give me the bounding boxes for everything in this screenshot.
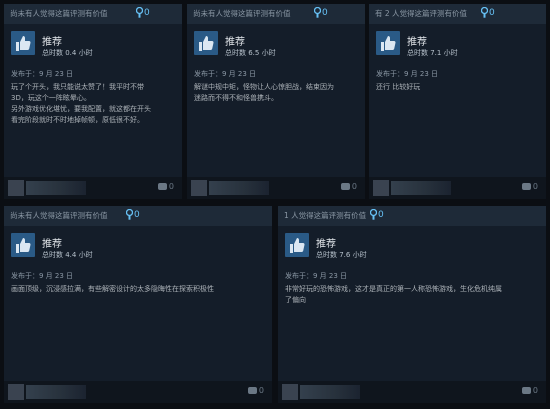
comments-button[interactable]: 0	[521, 182, 538, 191]
review-text-line: 迷路而不得不和怪兽携斗。	[194, 94, 278, 102]
posted-date: 发布于：9 月 23 日	[11, 70, 74, 78]
posted-date: 发布于：9 月 23 日	[376, 70, 439, 78]
comment-count: 0	[168, 182, 174, 191]
comments-button[interactable]: 0	[247, 386, 264, 395]
comment-count: 0	[532, 386, 538, 395]
review-footer: 0	[187, 177, 365, 199]
comments-button[interactable]: 0	[157, 182, 174, 191]
comment-icon	[521, 183, 531, 190]
review-footer: 0	[4, 177, 182, 199]
review-footer: 0	[278, 381, 546, 403]
review-text-line: 玩了个开头，我只能说太赞了！我平时不带	[11, 83, 144, 91]
award-button[interactable]: 0	[136, 7, 150, 18]
thumbs-up-icon	[194, 31, 218, 55]
hours-played: 总时数 7.6 小时	[316, 251, 367, 259]
review-header: 1 人觉得这篇评测有价值 0	[278, 206, 546, 226]
review-card: 尚未有人觉得这篇评测有价值 0 推荐 总时数 4.4 小时 发布于：9 月 23…	[4, 206, 272, 403]
review-text: 玩了个开头，我只能说太赞了！我平时不带 3D，玩这个一阵眩晕心。 另外游戏优化堪…	[11, 82, 151, 126]
posted-date: 发布于：9 月 23 日	[194, 70, 257, 78]
review-text: 解谜中规中矩，怪物让人心惊胆战，结束因为 迷路而不得不和怪兽携斗。	[194, 82, 334, 104]
award-count: 0	[134, 209, 140, 220]
review-text-line: 解谜中规中矩，怪物让人心惊胆战，结束因为	[194, 83, 334, 91]
review-header: 尚未有人觉得这篇评测有价值 0	[4, 4, 182, 24]
recommended-label: 推荐	[316, 239, 336, 250]
award-icon	[370, 209, 377, 220]
review-text-line: 了偏向	[285, 296, 306, 304]
review-footer: 0	[369, 177, 546, 199]
reviewer-name-blurred[interactable]	[391, 181, 451, 195]
award-count: 0	[489, 7, 495, 18]
review-text-line: 3D，玩这个一阵眩晕心。	[11, 94, 91, 102]
helpful-count-text: 1 人觉得这篇评测有价值	[284, 211, 367, 220]
award-button[interactable]: 0	[370, 209, 384, 220]
review-footer: 0	[4, 381, 272, 403]
helpful-count-text: 有 2 人觉得这篇评测有价值	[375, 9, 468, 18]
award-button[interactable]: 0	[314, 7, 328, 18]
award-icon	[481, 7, 488, 18]
avatar[interactable]	[191, 180, 207, 196]
review-text-line: 另外游戏优化堪忧，要我配置，就这都在开头	[11, 105, 151, 113]
avatar[interactable]	[8, 384, 24, 400]
comment-icon	[521, 387, 531, 394]
award-button[interactable]: 0	[481, 7, 495, 18]
recommended-label: 推荐	[42, 37, 62, 48]
reviewer-name-blurred[interactable]	[300, 385, 360, 399]
review-text: 画面顶级，沉浸感拉满，有些解密设计的太多隐晦性在探索积极性	[11, 284, 214, 295]
review-text-line: 还行 比较好玩	[376, 83, 421, 91]
award-icon	[126, 209, 133, 220]
helpful-count-text: 尚未有人觉得这篇评测有价值	[10, 211, 108, 220]
comment-icon	[157, 183, 167, 190]
review-text: 非常好玩的恐怖游戏，这才是真正的第一人称恐怖游戏，生化危机纯属 了偏向	[285, 284, 502, 306]
reviewer-name-blurred[interactable]	[26, 385, 86, 399]
award-icon	[314, 7, 321, 18]
recommended-label: 推荐	[42, 239, 62, 250]
reviewer-name-blurred[interactable]	[209, 181, 269, 195]
award-count: 0	[322, 7, 328, 18]
comment-count: 0	[532, 182, 538, 191]
hours-played: 总时数 4.4 小时	[42, 251, 93, 259]
reviewer-name-blurred[interactable]	[26, 181, 86, 195]
comment-count: 0	[258, 386, 264, 395]
hours-played: 总时数 6.5 小时	[225, 49, 276, 57]
review-card: 1 人觉得这篇评测有价值 0 推荐 总时数 7.6 小时 发布于：9 月 23 …	[278, 206, 546, 403]
review-text-line: 画面顶级，沉浸感拉满，有些解密设计的太多隐晦性在探索积极性	[11, 285, 214, 293]
review-header: 有 2 人觉得这篇评测有价值 0	[369, 4, 546, 24]
award-icon	[136, 7, 143, 18]
thumbs-up-icon	[11, 31, 35, 55]
review-header: 尚未有人觉得这篇评测有价值 0	[4, 206, 272, 226]
thumbs-up-icon	[376, 31, 400, 55]
helpful-count-text: 尚未有人觉得这篇评测有价值	[10, 9, 108, 18]
comments-button[interactable]: 0	[340, 182, 357, 191]
comment-icon	[247, 387, 257, 394]
hours-played: 总时数 0.4 小时	[42, 49, 93, 57]
comment-icon	[340, 183, 350, 190]
review-text-line: 非常好玩的恐怖游戏，这才是真正的第一人称恐怖游戏，生化危机纯属	[285, 285, 502, 293]
avatar[interactable]	[373, 180, 389, 196]
review-card: 尚未有人觉得这篇评测有价值 0 推荐 总时数 0.4 小时 发布于：9 月 23…	[4, 4, 182, 199]
thumbs-up-icon	[11, 233, 35, 257]
posted-date: 发布于：9 月 23 日	[11, 272, 74, 280]
review-card: 有 2 人觉得这篇评测有价值 0 推荐 总时数 7.1 小时 发布于：9 月 2…	[369, 4, 546, 199]
recommended-label: 推荐	[225, 37, 245, 48]
hours-played: 总时数 7.1 小时	[407, 49, 458, 57]
posted-date: 发布于：9 月 23 日	[285, 272, 348, 280]
review-text: 还行 比较好玩	[376, 82, 420, 93]
recommended-label: 推荐	[407, 37, 427, 48]
comment-count: 0	[351, 182, 357, 191]
award-button[interactable]: 0	[126, 209, 140, 220]
review-text-line: 看完阶段就时不时地掉帧顿，原低很不好。	[11, 116, 144, 124]
review-header: 尚未有人觉得这篇评测有价值 0	[187, 4, 365, 24]
avatar[interactable]	[282, 384, 298, 400]
award-count: 0	[378, 209, 384, 220]
avatar[interactable]	[8, 180, 24, 196]
comments-button[interactable]: 0	[521, 386, 538, 395]
thumbs-up-icon	[285, 233, 309, 257]
review-card: 尚未有人觉得这篇评测有价值 0 推荐 总时数 6.5 小时 发布于：9 月 23…	[187, 4, 365, 199]
helpful-count-text: 尚未有人觉得这篇评测有价值	[193, 9, 291, 18]
award-count: 0	[144, 7, 150, 18]
